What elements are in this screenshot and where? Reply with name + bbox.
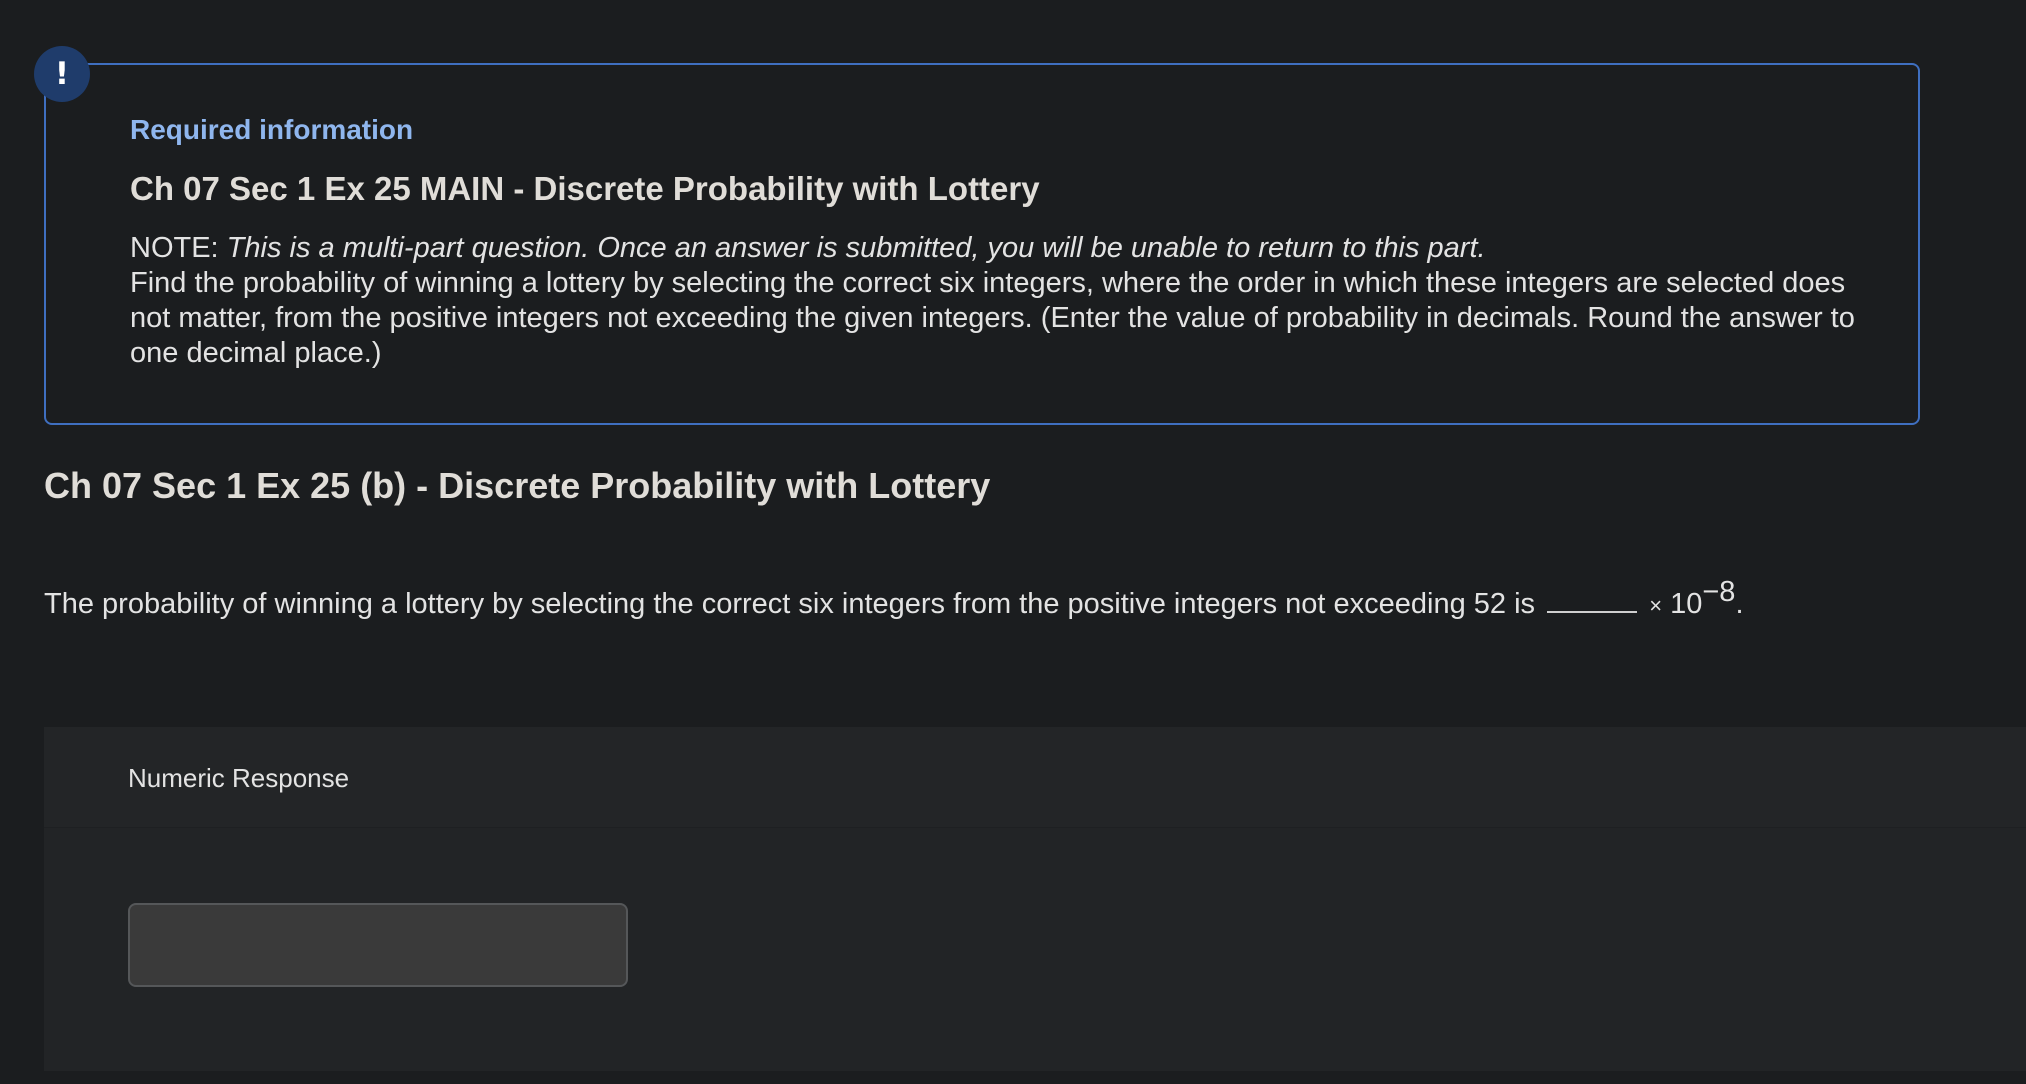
note-text: This is a multi-part question. Once an a…: [226, 232, 1486, 264]
note-block: NOTE: This is a multi-part question. Onc…: [130, 231, 1890, 371]
instructions-text: Find the probability of winning a lotter…: [130, 267, 1855, 369]
note-prefix: NOTE:: [130, 232, 227, 264]
numeric-response-label: Numeric Response: [128, 763, 350, 793]
question-end: .: [1735, 588, 1744, 620]
section-title: Ch 07 Sec 1 Ex 25 (b) - Discrete Probabi…: [44, 465, 991, 506]
required-info-label: Required information: [130, 114, 414, 145]
answer-blank: [1547, 610, 1638, 613]
alert-symbol: !: [54, 56, 70, 92]
numeric-answer-input[interactable]: [128, 903, 628, 987]
power-exponent: −8: [1702, 576, 1736, 608]
response-header: Numeric Response: [44, 727, 2026, 828]
alert-icon: !: [34, 46, 90, 102]
response-panel: Numeric Response: [44, 727, 2026, 1071]
main-question-title: Ch 07 Sec 1 Ex 25 MAIN - Discrete Probab…: [130, 170, 1040, 207]
power-base: 10: [1670, 588, 1703, 620]
question-text: The probability of winning a lottery by …: [44, 588, 1536, 620]
question-statement: The probability of winning a lottery by …: [44, 576, 1744, 626]
times-symbol: ×: [1649, 593, 1663, 618]
